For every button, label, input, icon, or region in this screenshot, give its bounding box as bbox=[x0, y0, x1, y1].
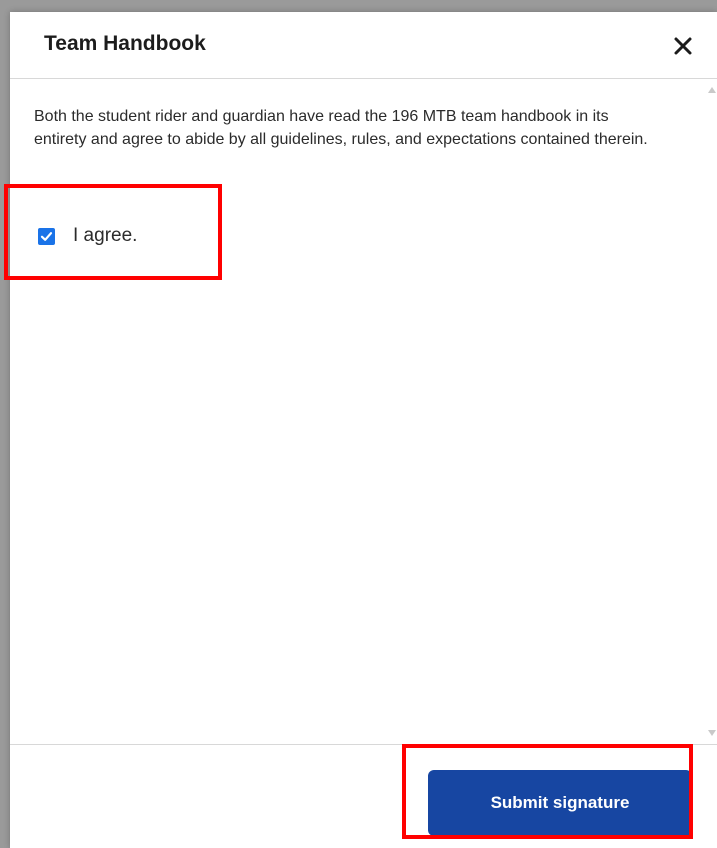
agree-checkbox-row[interactable]: I agree. bbox=[38, 225, 137, 247]
modal-header: Team Handbook bbox=[10, 12, 717, 79]
close-button[interactable] bbox=[671, 34, 695, 58]
modal-body[interactable]: Both the student rider and guardian have… bbox=[10, 79, 717, 744]
modal-footer: Submit signature bbox=[10, 744, 717, 848]
submit-signature-button[interactable]: Submit signature bbox=[428, 770, 692, 836]
body-scrollbar[interactable] bbox=[707, 79, 717, 744]
checkmark-icon bbox=[40, 231, 53, 241]
close-icon bbox=[674, 37, 692, 55]
handbook-agreement-text: Both the student rider and guardian have… bbox=[34, 108, 648, 148]
scroll-up-arrow-icon[interactable] bbox=[708, 87, 716, 93]
modal-title: Team Handbook bbox=[44, 32, 206, 55]
agree-checkbox[interactable] bbox=[38, 227, 55, 245]
agree-checkbox-label: I agree. bbox=[73, 225, 138, 246]
team-handbook-modal: Team Handbook Both the student rider and… bbox=[10, 12, 717, 848]
scroll-down-arrow-icon[interactable] bbox=[708, 730, 716, 736]
